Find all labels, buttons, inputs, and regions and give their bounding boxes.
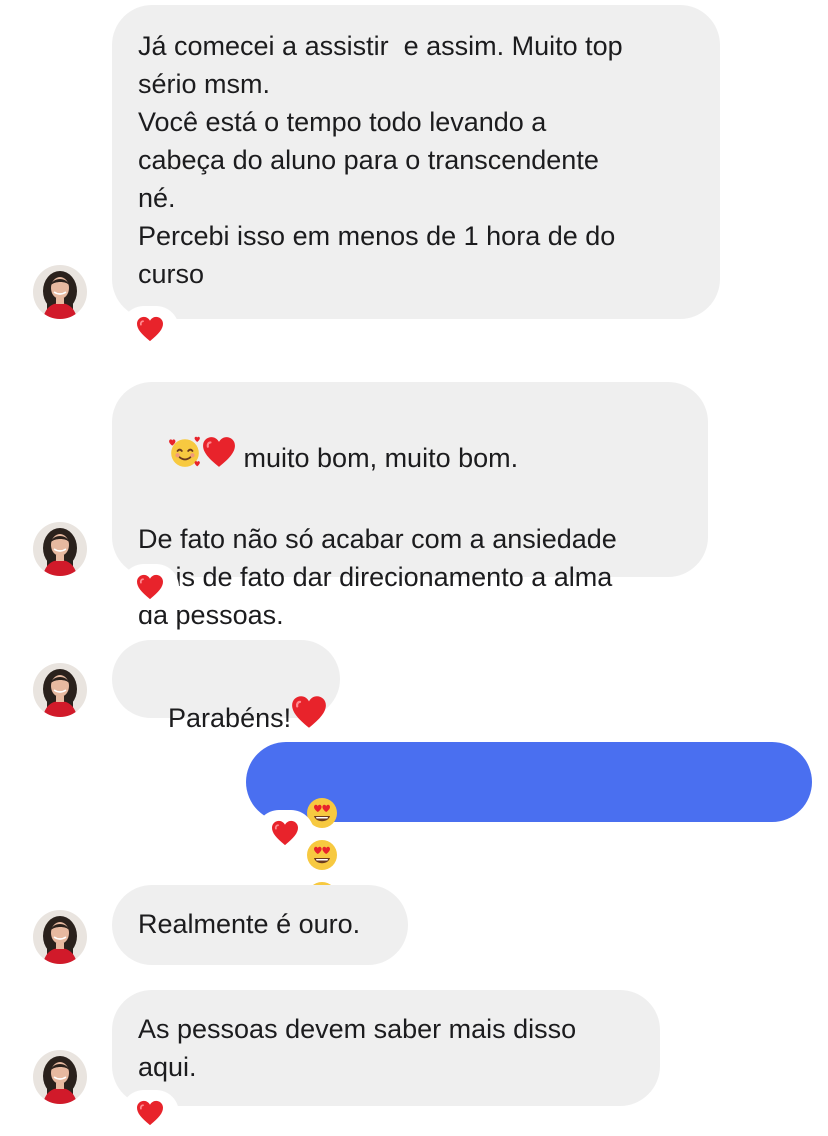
message-text-line: muito bom, muito bom. [236,443,519,474]
avatar[interactable] [33,910,87,964]
message-bubble[interactable]: Parabéns! [112,640,340,733]
message-text-line: curso [138,259,205,289]
message-bubble[interactable]: As pessoas devem saber mais disso aqui. [112,990,660,1106]
outgoing-message-bubble[interactable]: que top! Faça bom proveito! [246,742,812,918]
message-text-line: As pessoas devem saber mais disso [138,1014,577,1044]
message-text-line: De fato não só acabar com a ansiedade [138,524,617,554]
message-text-line: Percebi isso em menos de 1 hora de do [138,221,616,251]
message-text-line: Você está o tempo todo levando a [138,107,547,137]
heart-icon [271,820,299,846]
message-bubble[interactable]: Realmente é ouro. [112,885,408,965]
heart-reaction[interactable] [121,564,179,610]
heart-reaction[interactable] [121,306,179,352]
red-heart-icon [291,695,327,739]
message-text-line: mais de fato dar direcionamento a alma [138,562,613,592]
red-heart-icon [202,436,236,478]
avatar[interactable] [33,1050,87,1104]
message-text-line: aqui. [138,1052,197,1082]
heart-reaction[interactable] [256,810,314,856]
message-bubble[interactable]: muito bom, muito bom. De fato não só aca… [112,382,708,630]
message-text-line: Realmente é ouro. [138,909,361,939]
heart-icon [136,574,164,600]
avatar[interactable] [33,265,87,319]
heart-eyes-icon [306,839,338,881]
avatar[interactable] [33,522,87,576]
heart-icon [136,316,164,342]
message-text-line: sério msm. [138,69,271,99]
heart-icon [136,1100,164,1126]
message-bubble[interactable]: Já comecei a assistir e assim. Muito top… [112,5,720,319]
smiling-face-with-hearts-icon [168,435,202,479]
avatar[interactable] [33,663,87,717]
message-text-line: da pessoas. [138,600,284,630]
message-text-line: né. [138,183,176,213]
message-text-line: Já comecei a assistir e assim. Muito top [138,31,623,61]
message-text-line: cabeça do aluno para o transcendente [138,145,599,175]
message-text-line: Parabéns! [168,703,292,734]
heart-reaction[interactable] [121,1090,179,1136]
